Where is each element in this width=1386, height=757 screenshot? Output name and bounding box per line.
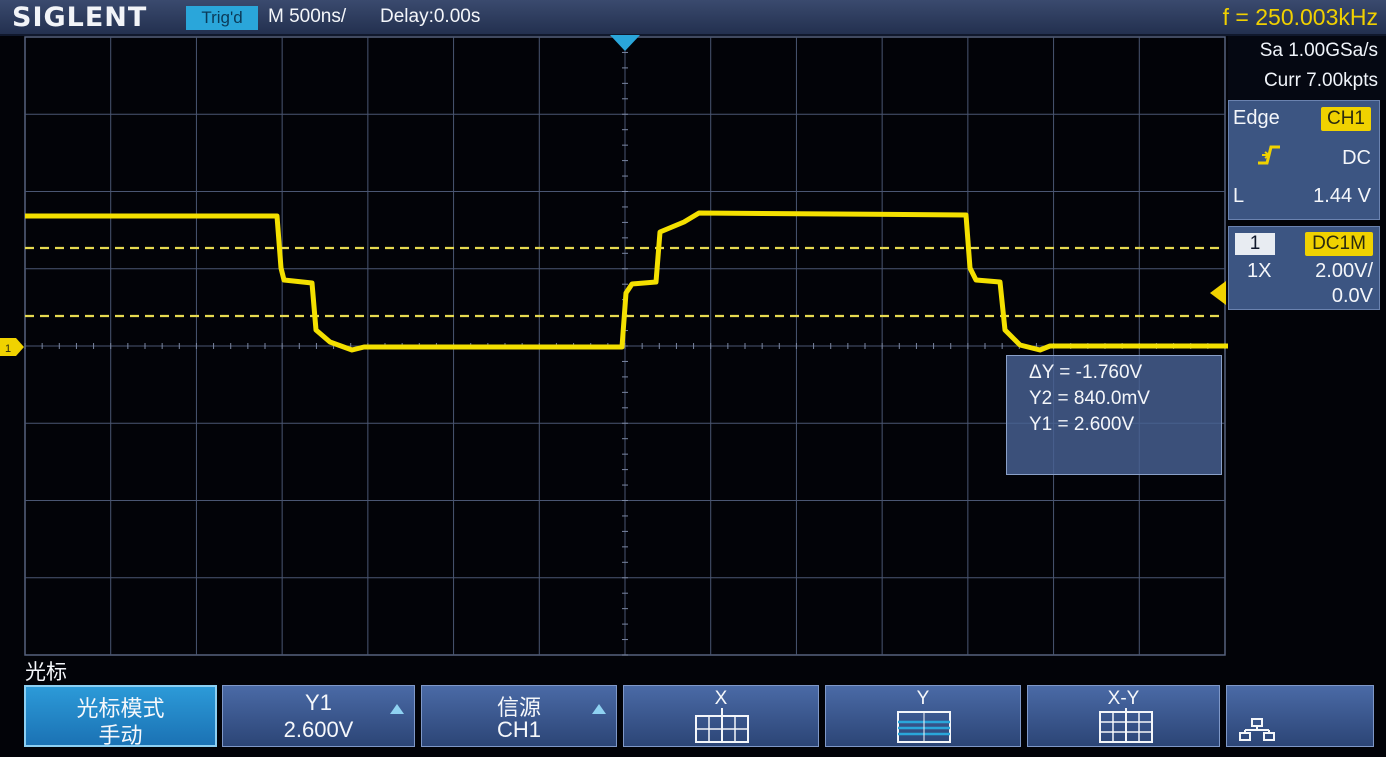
y-cursor-icon	[897, 711, 951, 743]
softkey-label: X-Y	[1107, 688, 1140, 709]
menu-title: 光标	[25, 661, 67, 684]
softkey-value: 手动	[98, 723, 143, 748]
y-cursor-softkey[interactable]: Y	[825, 685, 1021, 747]
y1-readout: Y1 = 2.600V	[1029, 414, 1135, 435]
y2-readout: Y2 = 840.0mV	[1029, 388, 1150, 409]
softkey-label: Y1	[305, 690, 332, 715]
source-softkey[interactable]: 信源 CH1	[421, 685, 617, 747]
softkey-label: X	[714, 688, 728, 709]
trigger-level-marker[interactable]	[1210, 281, 1226, 305]
softkey-label: Y	[916, 688, 930, 709]
channel1-ground-label: 1	[5, 343, 11, 355]
network-softkey[interactable]	[1226, 685, 1374, 747]
trigger-position-marker[interactable]	[610, 35, 640, 51]
xy-cursor-icon	[1099, 708, 1153, 743]
xy-cursor-softkey[interactable]: X-Y	[1027, 685, 1220, 747]
adjust-knob-icon	[592, 704, 606, 714]
adjust-knob-icon	[390, 704, 404, 714]
channel1-ground-marker[interactable]	[0, 338, 24, 356]
cursor-mode-softkey[interactable]: 光标模式 手动	[24, 685, 217, 748]
network-icon	[1239, 718, 1275, 741]
delta-y-readout: ΔY = -1.760V	[1029, 362, 1143, 383]
y1-softkey[interactable]: Y1 2.600V	[222, 685, 415, 747]
channel1-waveform	[25, 210, 1228, 353]
cursor-measurement-box: ΔY = -1.760V Y2 = 840.0mV Y1 = 2.600V	[1006, 355, 1222, 475]
x-cursor-softkey[interactable]: X	[623, 685, 819, 747]
x-cursor-icon	[695, 708, 749, 743]
softkey-value: 2.600V	[283, 717, 354, 742]
softkey-value: CH1	[496, 717, 541, 742]
